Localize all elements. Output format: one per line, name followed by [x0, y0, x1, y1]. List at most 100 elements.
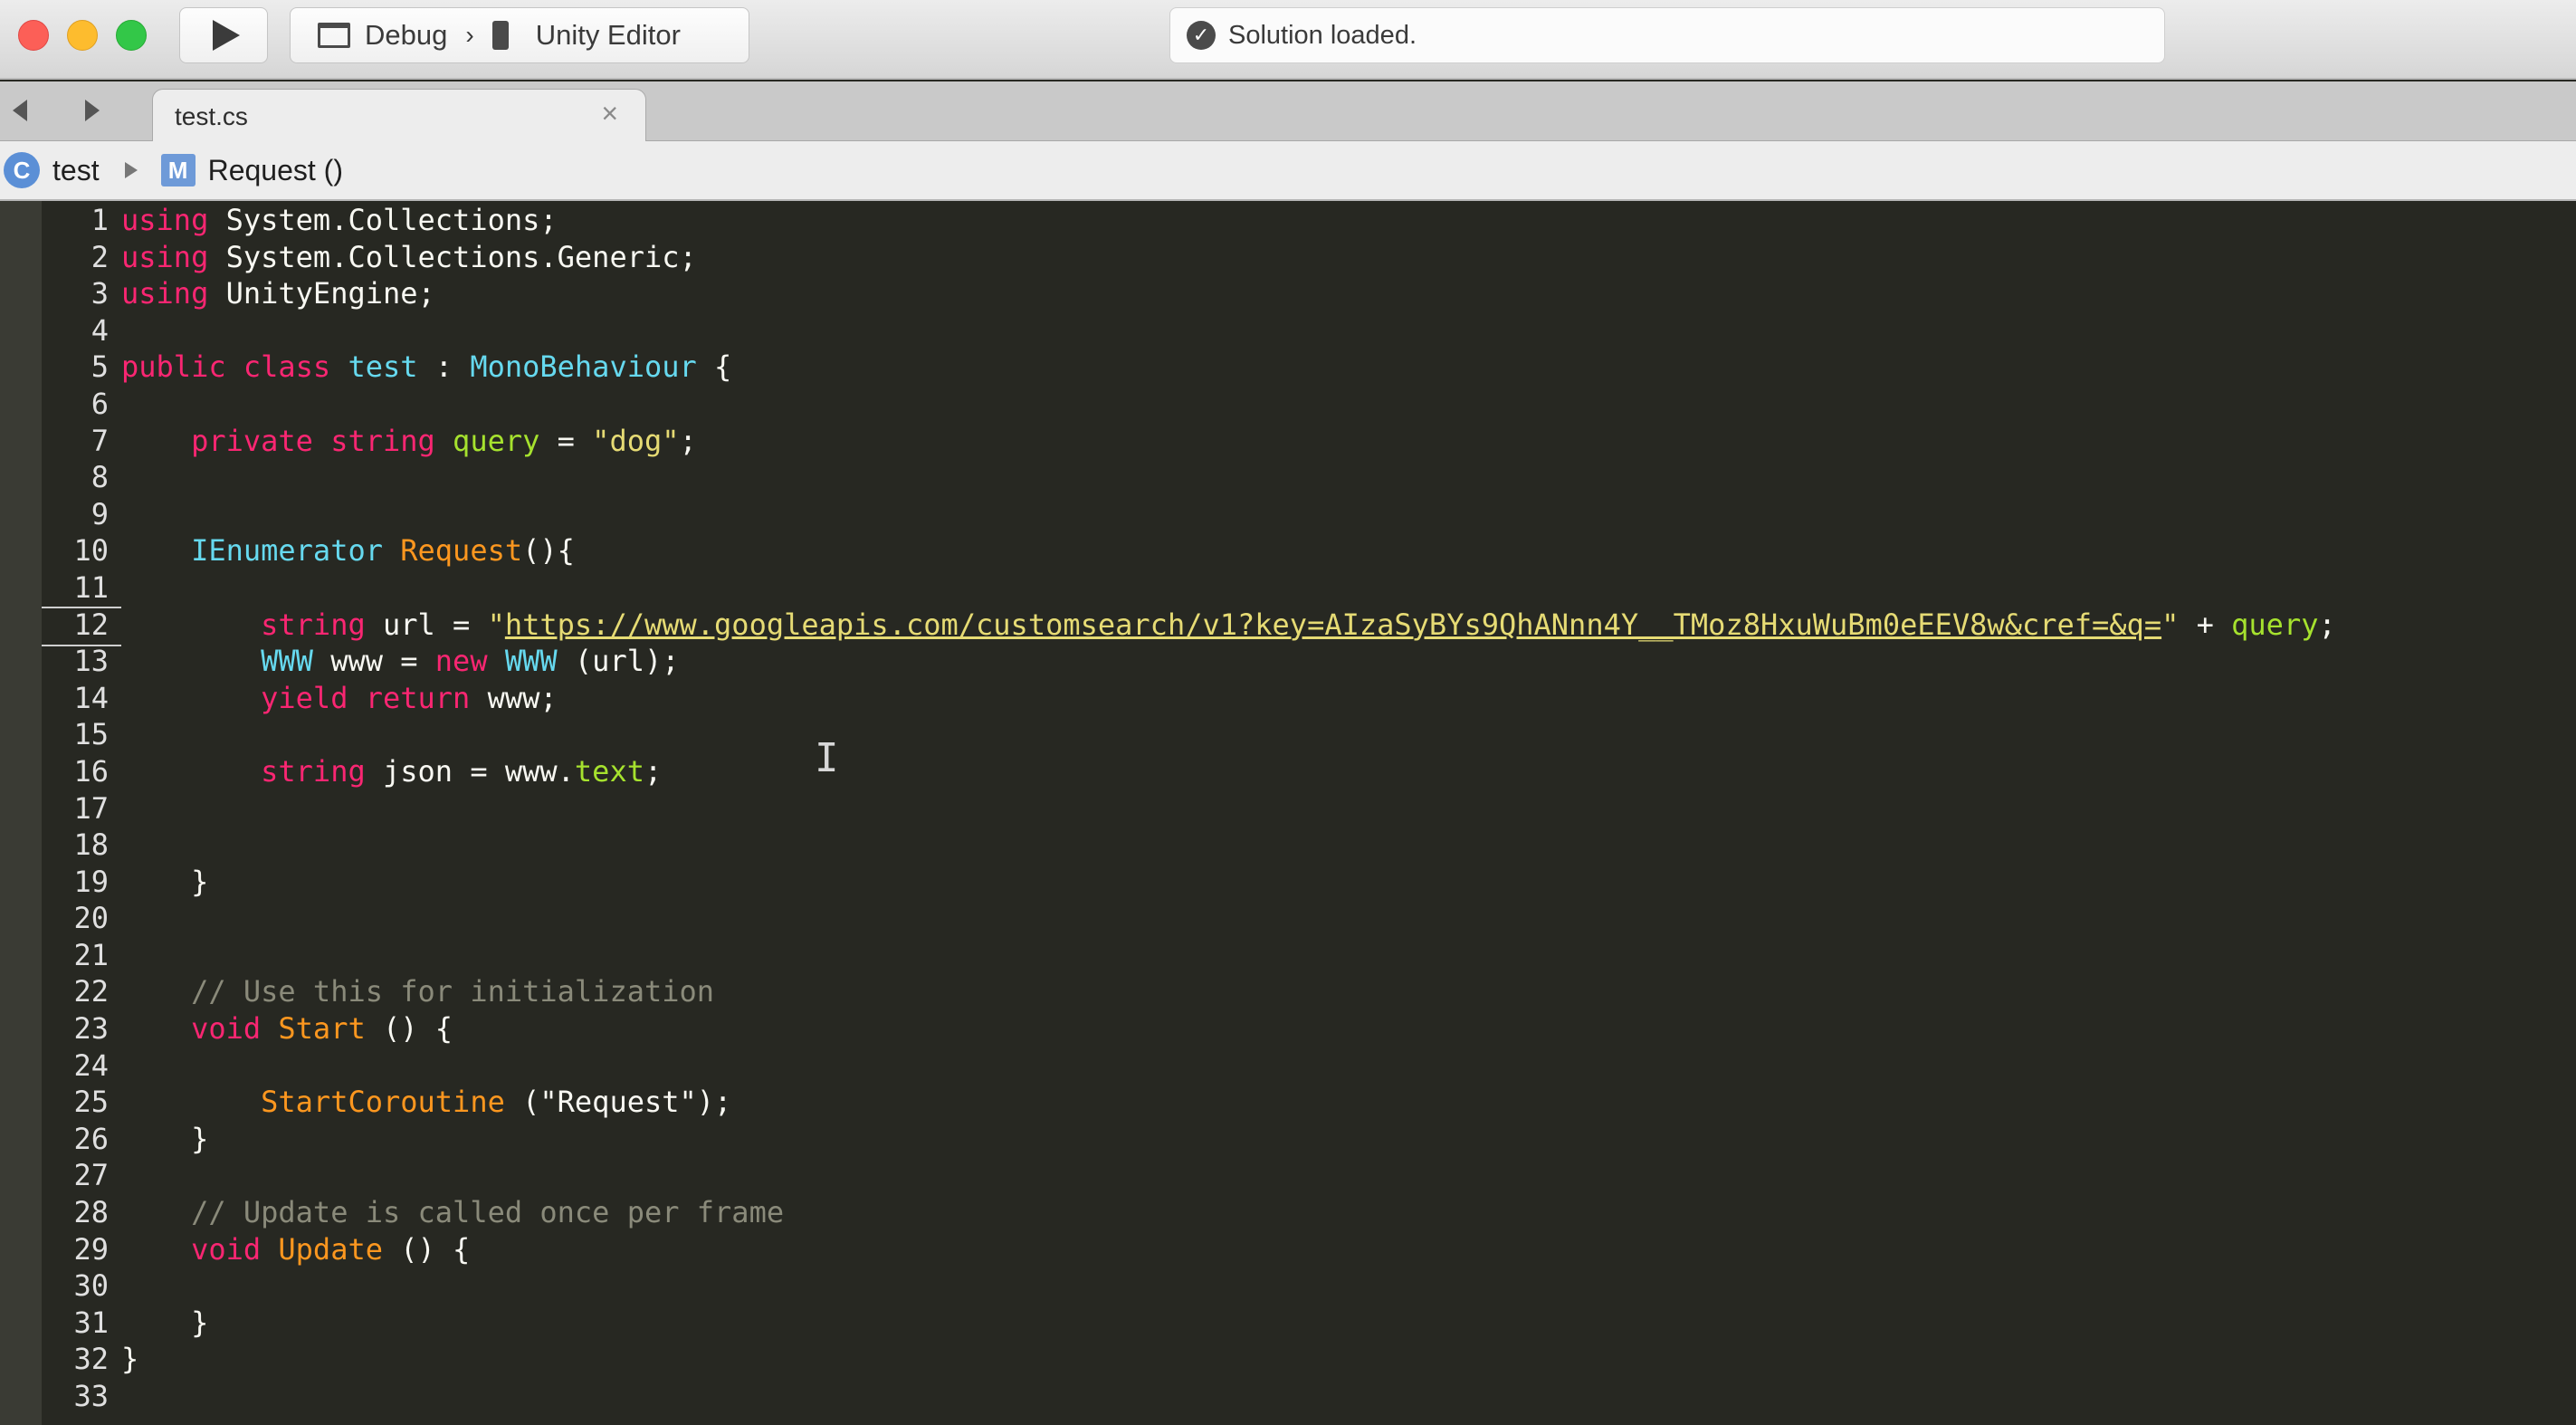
- code-line[interactable]: 22 // Use this for initialization: [42, 973, 2576, 1010]
- code-token: Update: [278, 1231, 383, 1267]
- navigate-back-icon[interactable]: [13, 100, 27, 121]
- code-token: IEnumerator: [191, 533, 383, 569]
- breadcrumb-member[interactable]: Request (): [208, 154, 343, 187]
- code-line[interactable]: 3 using UnityEngine;: [42, 275, 2576, 312]
- run-button[interactable]: [179, 7, 268, 63]
- code-token: Request: [400, 533, 523, 569]
- code-token: string: [261, 753, 366, 789]
- code-line[interactable]: 31 }: [42, 1305, 2576, 1342]
- code-token: www =: [312, 644, 435, 679]
- tab-test-cs[interactable]: test.cs ×: [152, 89, 646, 141]
- code-text: public class test : MonoBehaviour {: [121, 349, 731, 386]
- close-window-button[interactable]: [18, 20, 49, 51]
- run-configuration-selector[interactable]: Debug › Unity Editor: [290, 7, 749, 63]
- code-token: ;: [2318, 607, 2336, 642]
- line-number: 20: [73, 901, 109, 936]
- code-line[interactable]: 11: [42, 569, 2576, 607]
- code-line[interactable]: 23 void Start () {: [42, 1010, 2576, 1047]
- code-line[interactable]: 32}: [42, 1341, 2576, 1378]
- code-line[interactable]: 28 // Update is called once per frame: [42, 1194, 2576, 1231]
- line-number: 19: [73, 864, 109, 899]
- line-number: 33: [73, 1379, 109, 1413]
- code-line[interactable]: 20: [42, 900, 2576, 937]
- code-line[interactable]: 27: [42, 1157, 2576, 1194]
- code-token: {: [696, 349, 732, 385]
- line-number: 29: [73, 1231, 109, 1267]
- code-line[interactable]: 30: [42, 1267, 2576, 1305]
- line-number: 14: [73, 680, 109, 715]
- minimize-window-button[interactable]: [67, 20, 98, 51]
- code-text: using System.Collections.Generic;: [121, 239, 697, 276]
- code-line[interactable]: 13 WWW www = new WWW (url);: [42, 643, 2576, 680]
- method-icon: M: [160, 154, 196, 186]
- code-token: ("Request");: [504, 1085, 732, 1120]
- code-line[interactable]: 18: [42, 827, 2576, 864]
- configuration-label: Debug: [365, 19, 448, 51]
- line-number: 3: [91, 276, 109, 311]
- code-text: // Update is called once per frame: [121, 1194, 784, 1231]
- code-text: private string query = "dog";: [121, 423, 697, 460]
- code-text: WWW www = new WWW (url);: [121, 643, 679, 680]
- navigate-forward-icon[interactable]: [85, 100, 100, 121]
- code-line[interactable]: 14 yield return www;: [42, 680, 2576, 717]
- code-token: using: [121, 239, 209, 274]
- code-text: }: [121, 864, 208, 901]
- code-text: }: [121, 1341, 138, 1378]
- code-line[interactable]: 19 }: [42, 864, 2576, 901]
- close-icon[interactable]: ×: [601, 97, 618, 130]
- code-line[interactable]: 4: [42, 312, 2576, 349]
- code-token: ": [2161, 607, 2180, 642]
- tab-bar: test.cs ×: [0, 81, 2576, 141]
- code-line[interactable]: 9: [42, 496, 2576, 533]
- breadcrumb-class[interactable]: test: [52, 154, 100, 187]
- line-number: 16: [73, 753, 109, 789]
- code-text: string url = "https://www.googleapis.com…: [121, 607, 2336, 644]
- code-text: using System.Collections;: [121, 202, 558, 239]
- line-number: 21: [73, 937, 109, 972]
- status-bar: ✓ Solution loaded.: [1169, 7, 2165, 63]
- code-line[interactable]: 2 using System.Collections.Generic;: [42, 239, 2576, 276]
- code-line[interactable]: 16 string json = www.text;: [42, 753, 2576, 790]
- code-editor[interactable]: 1 using System.Collections; 2 using System.…: [42, 201, 2576, 1425]
- code-line[interactable]: 1 using System.Collections;: [42, 202, 2576, 239]
- line-number: 23: [73, 1011, 109, 1047]
- code-line[interactable]: 17: [42, 790, 2576, 827]
- code-text: string json = www.text;: [121, 753, 662, 790]
- code-text: }: [121, 1121, 208, 1158]
- code-text: }: [121, 1305, 208, 1342]
- code-line[interactable]: 12 string url = "https://www.googleapis.…: [42, 606, 2576, 646]
- code-line[interactable]: 33: [42, 1378, 2576, 1415]
- code-line[interactable]: 15: [42, 716, 2576, 753]
- code-line[interactable]: 26 }: [42, 1121, 2576, 1158]
- line-number: 22: [73, 974, 109, 1009]
- code-token: () {: [382, 1231, 471, 1267]
- code-token: test: [348, 349, 418, 385]
- line-number: 9: [91, 496, 109, 531]
- code-line[interactable]: 8: [42, 459, 2576, 496]
- code-line[interactable]: 25 StartCoroutine ("Request");: [42, 1084, 2576, 1121]
- line-number: 30: [73, 1268, 109, 1304]
- title-bar: Debug › Unity Editor ✓ Solution loaded.: [0, 0, 2576, 80]
- line-number: 7: [91, 423, 109, 458]
- code-line[interactable]: 7 private string query = "dog";: [42, 423, 2576, 460]
- code-line[interactable]: 5 public class test : MonoBehaviour {: [42, 349, 2576, 386]
- code-line[interactable]: 29 void Update () {: [42, 1231, 2576, 1268]
- code-line[interactable]: 6: [42, 386, 2576, 423]
- line-number: 5: [91, 349, 109, 385]
- code-text: StartCoroutine ("Request");: [121, 1084, 731, 1121]
- code-line[interactable]: 21: [42, 937, 2576, 974]
- code-line[interactable]: 10 IEnumerator Request(){: [42, 532, 2576, 569]
- code-token: url =: [365, 607, 488, 642]
- zoom-window-button[interactable]: [116, 20, 147, 51]
- code-token: using: [121, 276, 209, 311]
- code-token: void: [191, 1231, 262, 1267]
- code-line[interactable]: 24: [42, 1047, 2576, 1085]
